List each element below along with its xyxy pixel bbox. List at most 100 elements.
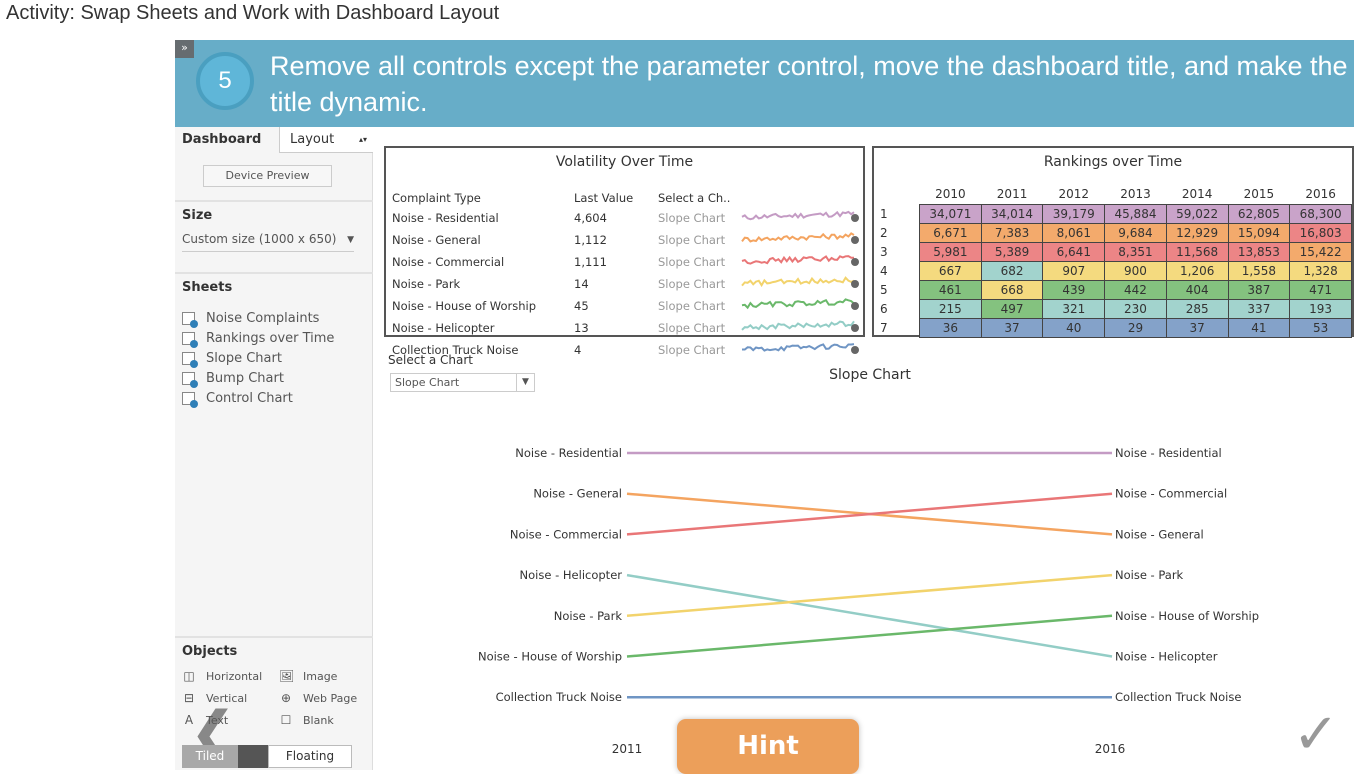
right-label: Noise - Commercial [1115,487,1227,501]
sheet-item[interactable]: Bump Chart [182,368,284,388]
left-label: Noise - Helicopter [520,568,623,582]
size-dropdown[interactable]: Custom size (1000 x 650) ▼ [182,232,354,252]
table-row[interactable]: Noise - Residential 4,604 Slope Chart [392,207,863,229]
year-header: 2010 [935,187,966,202]
rank-cell[interactable]: 387 [1227,279,1291,300]
divider [175,200,373,202]
rank-cell[interactable]: 471 [1289,279,1352,300]
rank-cell[interactable]: 16,803 [1289,222,1352,243]
volatility-sheet[interactable]: Volatility Over Time Complaint Type Last… [384,146,865,357]
horizontal-container-icon: ◫ [183,669,195,683]
tiled-toggle[interactable]: Tiled [182,745,238,768]
rank-cell[interactable]: 667 [919,260,982,281]
year-header: 2013 [1120,187,1151,202]
rank-cell[interactable]: 8,351 [1104,241,1167,262]
device-preview-button[interactable]: Device Preview [203,165,332,187]
rank-cell[interactable]: 59,022 [1165,203,1229,224]
rankings-table: 2010 2011 2012 2013 2014 2015 2016 1 34,071 34,0… [876,185,1352,338]
table-row[interactable]: Noise - House of Worship 45 Slope Chart [392,295,863,317]
rank-cell[interactable]: 900 [1104,260,1167,281]
rank-cell[interactable]: 6,641 [1042,241,1106,262]
rank-cell[interactable]: 37 [1165,317,1229,338]
expand-icon[interactable]: » [175,40,194,58]
left-label: Noise - General [533,487,622,501]
tab-dashboard[interactable]: Dashboard [175,127,279,153]
last-value-dot [851,280,859,288]
rank-cell[interactable]: 5,389 [980,241,1044,262]
rank-cell[interactable]: 40 [1042,317,1106,338]
hint-button[interactable]: Hint [677,719,859,774]
rank-cell[interactable]: 1,558 [1227,260,1291,281]
object-label: Image [303,669,338,683]
table-row[interactable]: Noise - Commercial 1,111 Slope Chart [392,251,863,273]
last-value: 4,604 [574,211,607,225]
rank-cell[interactable]: 34,014 [980,203,1044,224]
rank-cell[interactable]: 34,071 [919,203,982,224]
rank-cell[interactable]: 62,805 [1227,203,1291,224]
select-chart-dropdown[interactable]: Slope Chart ▼ [390,373,535,392]
tab-layout-label: Layout [290,132,335,147]
rank-cell[interactable]: 682 [980,260,1044,281]
object-text[interactable]: A Text [182,712,228,728]
updown-icon: ▴▾ [358,135,367,144]
rank-cell[interactable]: 6,671 [919,222,982,243]
rank-cell[interactable]: 68,300 [1289,203,1352,224]
object-horizontal[interactable]: ◫ Horizontal [182,668,262,684]
rank-cell[interactable]: 36 [919,317,982,338]
rankings-sheet[interactable]: Rankings over Time 2010 2011 2012 2013 2014 2… [872,146,1354,338]
sheet-item[interactable]: Slope Chart [182,348,282,368]
rank-cell[interactable]: 45,884 [1104,203,1167,224]
slope-line [626,614,1113,658]
sparkline-path [742,343,855,352]
sheet-item[interactable]: Rankings over Time [182,328,334,348]
rank-cell[interactable]: 29 [1104,317,1167,338]
rank-cell[interactable]: 285 [1165,298,1229,319]
object-web-page[interactable]: ⊕ Web Page [279,690,357,706]
worksheet-icon [182,391,198,408]
rank-cell[interactable]: 321 [1042,298,1106,319]
rank-cell[interactable]: 404 [1165,279,1229,300]
table-row[interactable]: Noise - Helicopter 13 Slope Chart [392,317,863,339]
last-value-dot [851,258,859,266]
rank-cell[interactable]: 337 [1227,298,1291,319]
rank-cell[interactable]: 12,929 [1165,222,1229,243]
rank-cell[interactable]: 8,061 [1042,222,1106,243]
sheet-label: Slope Chart [206,350,282,366]
rank-cell[interactable]: 497 [980,298,1044,319]
rank-cell[interactable]: 230 [1104,298,1167,319]
table-row[interactable]: Noise - General 1,112 Slope Chart [392,229,863,251]
parameter-value: Slope Chart [395,376,460,389]
complaint-type: Noise - General [392,233,481,247]
sparkline [741,320,859,332]
object-blank[interactable]: ☐ Blank [279,712,334,728]
left-label: Noise - Residential [515,446,622,460]
sheet-item[interactable]: Noise Complaints [182,308,319,328]
rank-cell[interactable]: 215 [919,298,982,319]
complete-step-button[interactable]: ✓ [1278,700,1354,770]
rank-cell[interactable]: 439 [1042,279,1106,300]
rank-cell[interactable]: 7,383 [980,222,1044,243]
rank-cell[interactable]: 442 [1104,279,1167,300]
rank-cell[interactable]: 461 [919,279,982,300]
rank-cell[interactable]: 1,206 [1165,260,1229,281]
globe-icon: ⊕ [280,691,292,705]
rank-cell[interactable]: 5,981 [919,241,982,262]
rank-cell[interactable]: 41 [1227,317,1291,338]
rank-cell[interactable]: 11,568 [1165,241,1229,262]
rank-cell[interactable]: 15,094 [1227,222,1291,243]
tab-layout[interactable]: Layout ▴▾ [279,127,373,153]
rank-cell[interactable]: 37 [980,317,1044,338]
rank-cell[interactable]: 13,853 [1227,241,1291,262]
rank-cell[interactable]: 1,328 [1289,260,1352,281]
rank-cell[interactable]: 9,684 [1104,222,1167,243]
rank-cell[interactable]: 15,422 [1289,241,1352,262]
table-row[interactable]: Noise - Park 14 Slope Chart [392,273,863,295]
rank-cell[interactable]: 907 [1042,260,1106,281]
sheet-item[interactable]: Control Chart [182,388,293,408]
rank-cell[interactable]: 193 [1289,298,1352,319]
rank-cell[interactable]: 39,179 [1042,203,1106,224]
object-image[interactable]: 🖼 Image [279,668,337,684]
rank-cell[interactable]: 53 [1289,317,1352,338]
rank-cell[interactable]: 668 [980,279,1044,300]
floating-toggle[interactable]: Floating [268,745,352,768]
